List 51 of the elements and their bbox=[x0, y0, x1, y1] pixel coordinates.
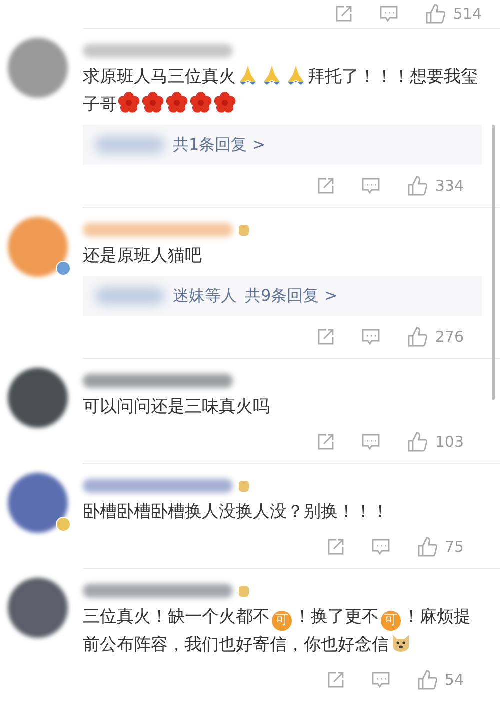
flower-icon bbox=[142, 92, 164, 114]
like-count: 103 bbox=[435, 433, 464, 451]
share-icon[interactable] bbox=[317, 328, 336, 346]
like-count: 514 bbox=[453, 5, 482, 23]
avatar[interactable] bbox=[8, 368, 68, 428]
thumbs-up-icon[interactable] bbox=[416, 669, 439, 691]
comment-icon[interactable] bbox=[370, 538, 391, 556]
share-icon[interactable] bbox=[335, 5, 354, 23]
comment-icon[interactable] bbox=[361, 433, 382, 451]
thumbs-up-icon[interactable] bbox=[407, 175, 430, 197]
scrollbar[interactable] bbox=[492, 125, 495, 400]
praying-hands-icon bbox=[237, 64, 259, 86]
thumbs-up-icon[interactable] bbox=[416, 536, 439, 558]
like-count: 54 bbox=[444, 671, 464, 689]
blurred-name bbox=[95, 136, 165, 154]
reply-link[interactable]: 共9条回复 > bbox=[245, 286, 338, 306]
like-count: 276 bbox=[435, 328, 464, 346]
praying-hands-icon bbox=[261, 64, 283, 86]
share-icon[interactable] bbox=[317, 433, 336, 451]
share-icon[interactable] bbox=[326, 538, 345, 556]
comment-text: 可以问问还是三味真火吗 bbox=[83, 396, 271, 419]
dog-face-icon bbox=[390, 632, 412, 654]
flower-icon bbox=[166, 92, 188, 114]
comment-icon[interactable] bbox=[361, 177, 382, 195]
avatar[interactable] bbox=[8, 578, 68, 638]
thumbs-up-icon[interactable] bbox=[407, 431, 430, 453]
share-icon[interactable] bbox=[317, 177, 336, 195]
flower-icon bbox=[214, 92, 236, 114]
comment-text: 卧槽卧槽卧槽换人没换人没？别换！！！ bbox=[83, 501, 390, 524]
flower-icon bbox=[190, 92, 212, 114]
like-count: 334 bbox=[435, 177, 464, 195]
share-icon[interactable] bbox=[326, 671, 345, 689]
reply-panel[interactable]: 共1条回复 > bbox=[83, 125, 482, 165]
comment-icon[interactable] bbox=[361, 328, 382, 346]
reply-link[interactable]: 迷妹等人 bbox=[173, 286, 237, 306]
thumbs-up-icon[interactable] bbox=[425, 3, 448, 25]
thumbs-up-icon[interactable] bbox=[407, 326, 430, 348]
reply-panel[interactable]: 迷妹等人 共9条回复 > bbox=[83, 276, 482, 316]
comment-text: 三位真火！缺一个火都不 可 ！换了更不 可 ！麻烦提前公布阵容，我们也好寄信，你也好念信 bbox=[83, 606, 472, 657]
comment-icon[interactable] bbox=[379, 5, 400, 23]
emoji-badge: 可 bbox=[272, 611, 292, 631]
comment-text: 还是原班人猫吧 bbox=[83, 245, 203, 268]
reply-link[interactable]: 共1条回复 > bbox=[173, 134, 266, 156]
flower-icon bbox=[118, 92, 140, 114]
praying-hands-icon bbox=[285, 64, 307, 86]
comment-icon[interactable] bbox=[370, 671, 391, 689]
avatar[interactable] bbox=[8, 473, 68, 533]
like-count: 75 bbox=[444, 538, 464, 556]
emoji-badge: 可 bbox=[381, 611, 401, 631]
comment-text: 求原班人马三位真火 拜托了！！！想要我玺子哥 bbox=[83, 63, 482, 119]
blurred-name bbox=[95, 287, 165, 305]
